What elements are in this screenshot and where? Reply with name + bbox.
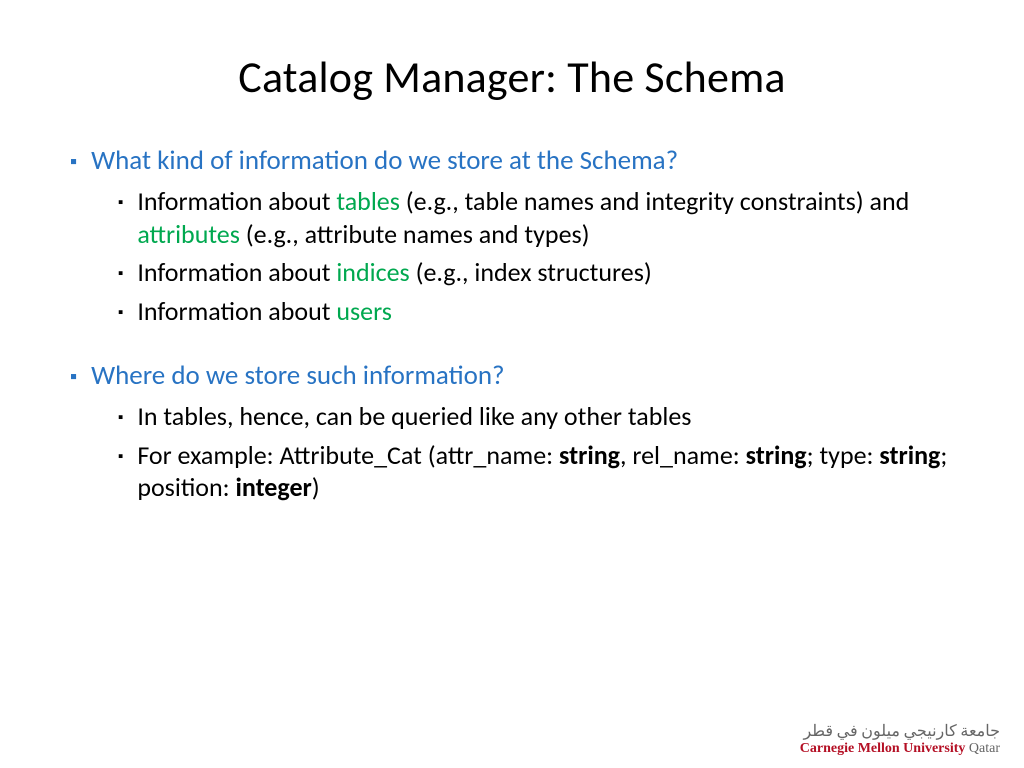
- sub-2b-text: For example: Attribute_Cat (attr_name: s…: [137, 439, 964, 504]
- slide-content: ▪ What kind of information do we store a…: [60, 144, 964, 504]
- bullet-icon: ▪: [70, 365, 77, 389]
- question-2-text: Where do we store such information?: [91, 359, 504, 392]
- sub-1b-text: Information about indices (e.g., index s…: [137, 256, 651, 289]
- bullet-icon: ▪: [118, 304, 123, 323]
- question-2: ▪ Where do we store such information?: [70, 359, 964, 392]
- sub-1b: ▪ Information about indices (e.g., index…: [118, 256, 964, 289]
- spacer: [70, 333, 964, 359]
- university-logo: جامعة كارنيجي ميلون في قطر Carnegie Mell…: [800, 724, 1000, 756]
- sub-2b: ▪ For example: Attribute_Cat (attr_name:…: [118, 439, 964, 504]
- bullet-icon: ▪: [118, 265, 123, 284]
- question-1-text: What kind of information do we store at …: [91, 144, 678, 177]
- sub-1c: ▪ Information about users: [118, 295, 964, 328]
- question-1: ▪ What kind of information do we store a…: [70, 144, 964, 177]
- bullet-icon: ▪: [118, 194, 123, 213]
- sub-1a-text: Information about tables (e.g., table na…: [137, 185, 964, 250]
- sub-1a: ▪ Information about tables (e.g., table …: [118, 185, 964, 250]
- sub-1c-text: Information about users: [137, 295, 392, 328]
- bullet-icon: ▪: [70, 150, 77, 174]
- logo-english: Carnegie Mellon University Qatar: [800, 741, 1000, 756]
- logo-arabic: جامعة كارنيجي ميلون في قطر: [800, 724, 1000, 740]
- sub-2a: ▪ In tables, hence, can be queried like …: [118, 400, 964, 433]
- bullet-icon: ▪: [118, 448, 123, 467]
- bullet-icon: ▪: [118, 409, 123, 428]
- slide: Catalog Manager: The Schema ▪ What kind …: [0, 0, 1024, 768]
- sub-2a-text: In tables, hence, can be queried like an…: [137, 400, 691, 433]
- slide-title: Catalog Manager: The Schema: [60, 50, 964, 104]
